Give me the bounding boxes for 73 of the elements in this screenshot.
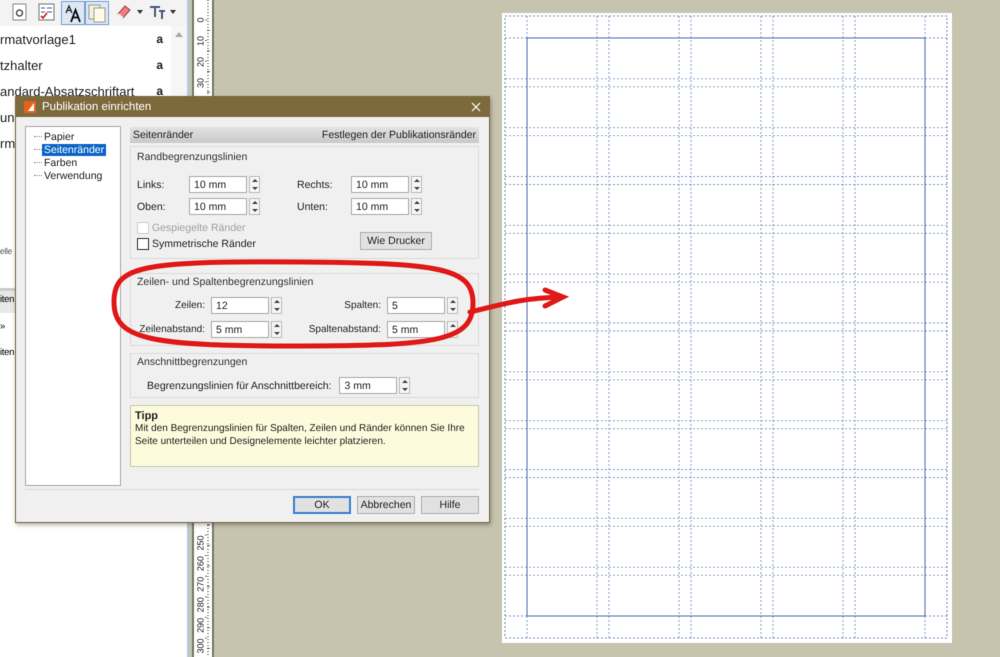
style-name[interactable]: tzhalter: [0, 58, 43, 72]
document-icon[interactable]: [12, 3, 28, 21]
spin-button[interactable]: [399, 377, 410, 394]
dialog-title: Publikation einrichten: [42, 101, 152, 113]
group-legend: Zeilen- und Spaltenbegrenzungslinien: [137, 274, 472, 289]
style-marker: a: [156, 32, 163, 46]
text-style-icon[interactable]: [148, 3, 166, 21]
tree-item[interactable]: Seitenränder: [42, 144, 106, 156]
spin-button[interactable]: [271, 297, 282, 314]
dialog-button[interactable]: Abbrechen: [357, 496, 415, 514]
style-name[interactable]: andard-Absatzschriftart: [0, 84, 134, 98]
group-legend: Anschnittbegrenzungen: [137, 354, 472, 369]
section-description: Festlegen der Publikationsränder: [322, 129, 476, 141]
panel-text: elle: [0, 246, 14, 256]
ruler-label: 270: [196, 576, 206, 592]
printer-button[interactable]: Wie Drucker: [360, 232, 432, 250]
field-label: Spalten:: [343, 300, 382, 311]
ruler-label: 30: [196, 78, 206, 88]
field-label: Zeilenabstand:: [138, 324, 206, 335]
checkbox-label: Symmetrische Ränder: [152, 238, 256, 250]
number-field[interactable]: 10 mm: [189, 198, 247, 215]
style-name[interactable]: rm: [0, 136, 16, 150]
field-label: Rechts:: [297, 178, 334, 190]
app-icon: [24, 101, 36, 113]
spin-button[interactable]: [249, 198, 260, 215]
font-size-icon[interactable]: [61, 1, 85, 25]
field-label: Begrenzungslinien für Anschnittbereich:: [147, 380, 332, 392]
spin-button[interactable]: [411, 176, 422, 193]
caret-icon[interactable]: [170, 10, 176, 14]
number-field[interactable]: 12: [211, 297, 269, 314]
field-label: Spaltenabstand:: [308, 324, 382, 335]
checkbox[interactable]: [137, 238, 149, 250]
number-field[interactable]: 5: [387, 297, 445, 314]
tip-title: Tipp: [135, 410, 160, 422]
field-label: Links:: [137, 178, 166, 190]
style-name[interactable]: un: [0, 110, 14, 124]
dialog-button[interactable]: OK: [293, 496, 351, 514]
style-name[interactable]: rmatvorlage1: [0, 32, 76, 46]
field-label: Unten:: [297, 200, 329, 212]
checkbox-label: Gespiegelte Ränder: [152, 222, 246, 234]
number-field[interactable]: 5 mm: [387, 321, 445, 338]
ruler-label: 250: [196, 535, 206, 551]
ruler-label: 0: [196, 18, 206, 22]
style-marker: a: [156, 58, 163, 72]
spin-button[interactable]: [271, 321, 282, 338]
number-field[interactable]: 10 mm: [189, 176, 247, 193]
section-title: Seitenränder: [133, 129, 194, 141]
spin-button[interactable]: [411, 198, 422, 215]
number-field[interactable]: 10 mm: [351, 198, 409, 215]
ruler-label: 300: [196, 638, 206, 654]
field-label: Oben:: [137, 200, 167, 212]
tree-item[interactable]: Papier: [42, 130, 76, 142]
spin-button[interactable]: [249, 176, 260, 193]
style-marker: a: [156, 84, 163, 98]
ruler-label: 10: [196, 36, 206, 46]
group-legend: Randbegrenzungslinien: [137, 147, 472, 164]
close-icon[interactable]: [471, 102, 481, 112]
tree-item[interactable]: Farben: [42, 156, 80, 168]
number-field[interactable]: 3 mm: [339, 377, 398, 394]
ruler-label: 260: [196, 556, 206, 572]
ruler-label: 290: [196, 618, 206, 633]
caret-icon[interactable]: [137, 10, 143, 14]
eraser-icon[interactable]: [116, 3, 132, 19]
checklist-icon[interactable]: [38, 3, 56, 21]
number-field[interactable]: 10 mm: [351, 176, 409, 193]
tip-text: Mit den Begrenzungslinien für Spalten, Zeilen und Ränder können Sie Ihre Seite unterteilen und Designelemente leichter platzieren.: [135, 422, 466, 448]
tree-item[interactable]: Verwendung: [42, 170, 104, 182]
dialog-button[interactable]: Hilfe: [421, 496, 479, 514]
field-label: Zeilen:: [174, 300, 206, 311]
number-field[interactable]: 5 mm: [211, 321, 269, 338]
ruler-label: 280: [196, 597, 206, 612]
ruler-label: 20: [196, 57, 206, 67]
spin-button[interactable]: [447, 297, 458, 314]
